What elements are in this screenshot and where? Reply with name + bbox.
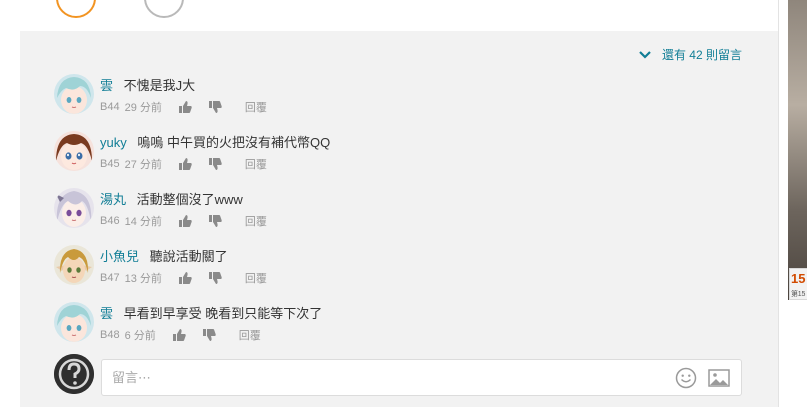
comment-time: 29 分前 xyxy=(124,102,162,114)
reply-composer xyxy=(54,353,754,399)
side-thumbnail-number: 15 xyxy=(791,271,806,286)
image-icon[interactable] xyxy=(708,368,730,388)
reply-button[interactable]: 回覆 xyxy=(245,156,267,172)
comment-floor: B46 xyxy=(100,215,120,227)
comment-item: 小魚兒 聽說活動關了 B47 13 分前 回覆 xyxy=(54,245,754,289)
comments-panel: 還有 42 則留言 雲 不愧是我J大 B44 29 分前 回覆 yuky 嗚嗚 … xyxy=(20,31,778,407)
comment-author[interactable]: 雲 xyxy=(100,306,113,321)
avatar[interactable] xyxy=(54,188,94,228)
reply-button[interactable]: 回覆 xyxy=(245,270,267,286)
comment-time: 6 分前 xyxy=(124,330,156,342)
thumbs-up-icon[interactable] xyxy=(178,158,192,170)
comment-author[interactable]: 湯丸 xyxy=(100,192,126,207)
smile-icon[interactable] xyxy=(675,367,697,389)
comment-author[interactable]: 雲 xyxy=(100,78,113,93)
comment-floor: B44 xyxy=(100,101,120,113)
comment-item: 湯丸 活動整個沒了www B46 14 分前 回覆 xyxy=(54,188,754,232)
comment-text: 活動整個沒了www xyxy=(136,192,243,207)
thumbs-down-icon[interactable] xyxy=(208,158,222,170)
comment-text: 聽說活動關了 xyxy=(149,249,228,264)
comment-text: 嗚嗚 中午買的火把沒有補代幣QQ xyxy=(137,135,331,150)
question-mark-avatar xyxy=(54,354,94,394)
avatar[interactable] xyxy=(54,245,94,285)
top-action-bar xyxy=(20,0,778,31)
reply-button[interactable]: 回覆 xyxy=(245,99,267,115)
thumbs-down-icon[interactable] xyxy=(208,101,222,113)
comment-item: 雲 早看到早享受 晚看到只能等下次了 B48 6 分前 回覆 xyxy=(54,302,754,346)
comment-floor: B45 xyxy=(100,158,120,170)
chevron-down-icon xyxy=(639,50,651,59)
comment-input[interactable] xyxy=(101,359,742,396)
comment-item: 雲 不愧是我J大 B44 29 分前 回覆 xyxy=(54,74,754,118)
reply-button[interactable]: 回覆 xyxy=(245,213,267,229)
avatar[interactable] xyxy=(54,302,94,342)
comment-floor: B48 xyxy=(100,329,120,341)
comment-author[interactable]: 小魚兒 xyxy=(100,249,139,264)
like-circle-button[interactable] xyxy=(56,0,96,18)
comment-time: 27 分前 xyxy=(124,159,162,171)
comment-text: 早看到早享受 晚看到只能等下次了 xyxy=(123,306,323,321)
comment-item: yuky 嗚嗚 中午買的火把沒有補代幣QQ B45 27 分前 回覆 xyxy=(54,131,754,175)
left-gutter xyxy=(0,0,20,407)
side-thumbnail-image[interactable] xyxy=(788,0,807,300)
more-comments-label: 還有 42 則留言 xyxy=(661,48,742,62)
thumbs-up-icon[interactable] xyxy=(178,215,192,227)
comment-text: 不愧是我J大 xyxy=(123,78,196,93)
comment-time: 13 分前 xyxy=(124,273,162,285)
avatar[interactable] xyxy=(54,131,94,171)
thumbs-down-icon[interactable] xyxy=(208,272,222,284)
comment-author[interactable]: yuky xyxy=(100,135,127,150)
thumbs-down-icon[interactable] xyxy=(202,329,216,341)
more-comments-link[interactable]: 還有 42 則留言 xyxy=(638,46,742,63)
thumbs-up-icon[interactable] xyxy=(178,272,192,284)
reply-button[interactable]: 回覆 xyxy=(239,327,261,343)
thumbs-down-icon[interactable] xyxy=(208,215,222,227)
share-circle-button[interactable] xyxy=(144,0,184,18)
comment-time: 14 分前 xyxy=(124,216,162,228)
side-thumbnail-caption: 第15 xyxy=(791,291,806,298)
thumbs-up-icon[interactable] xyxy=(178,101,192,113)
avatar[interactable] xyxy=(54,74,94,114)
comment-floor: B47 xyxy=(100,272,120,284)
side-thumbnail-badge: 15 第15 xyxy=(789,268,807,300)
thumbs-up-icon[interactable] xyxy=(172,329,186,341)
